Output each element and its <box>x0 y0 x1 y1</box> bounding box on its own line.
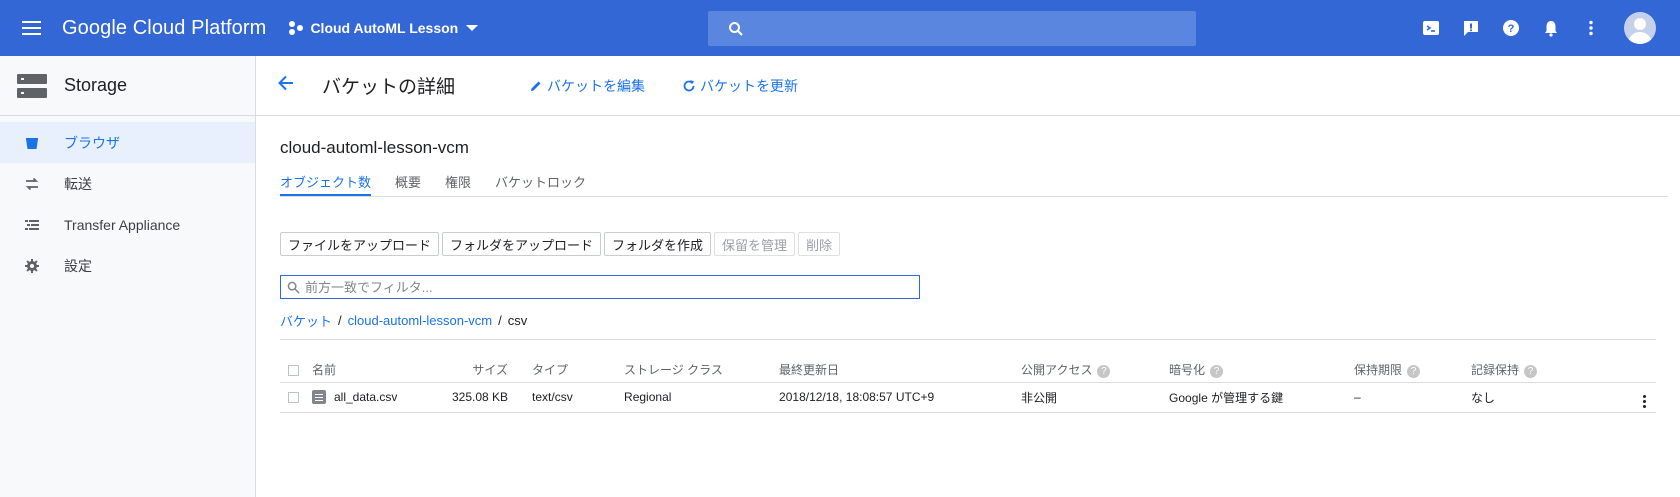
main-content: バケットの詳細 バケットを編集 バケットを更新 cloud-automl-les… <box>256 56 1680 497</box>
sidebar-header: Storage <box>0 56 255 116</box>
sidebar-item-browser[interactable]: ブラウザ <box>0 122 255 163</box>
filter-box <box>280 275 920 299</box>
table-row[interactable]: all_data.csv 325.08 KB text/csv Regional… <box>280 382 1656 413</box>
edit-bucket-label: バケットを編集 <box>547 77 646 94</box>
breadcrumb-separator: / <box>338 312 342 328</box>
tab-permissions[interactable]: 権限 <box>445 168 471 196</box>
column-public-access[interactable]: 公開アクセス <box>1021 363 1092 377</box>
sidebar-item-settings[interactable]: 設定 <box>0 245 255 286</box>
divider <box>280 339 1656 340</box>
breadcrumb-bucket[interactable]: cloud-automl-lesson-vcm <box>348 313 493 328</box>
bucket-tabs: オブジェクト数 概要 権限 バケットロック <box>280 168 1668 197</box>
column-hold[interactable]: 記録保持 <box>1471 363 1519 377</box>
sidebar-item-label: 設定 <box>64 257 92 274</box>
cell-retention: – <box>1354 382 1472 413</box>
cell-public-access: 非公開 <box>1021 382 1170 413</box>
file-name-link[interactable]: all_data.csv <box>334 390 397 404</box>
refresh-bucket-button[interactable]: バケットを更新 <box>682 76 798 96</box>
help-icon[interactable]: ? <box>1210 364 1224 378</box>
top-app-bar: Google Cloud Platform Cloud AutoML Lesso… <box>0 0 1680 56</box>
page-title: バケットの詳細 <box>322 77 456 98</box>
breadcrumb-current: csv <box>507 312 528 328</box>
column-size[interactable]: サイズ <box>452 358 533 383</box>
list-icon <box>0 217 64 233</box>
product-name[interactable]: Google Cloud Platform <box>62 17 266 40</box>
column-name[interactable]: 名前 <box>312 358 452 383</box>
avatar[interactable] <box>1624 12 1656 44</box>
project-selector[interactable]: Cloud AutoML Lesson <box>288 20 479 36</box>
column-storage-class[interactable]: ストレージ クラス <box>624 358 780 383</box>
notifications-icon[interactable] <box>1542 19 1560 37</box>
cloud-shell-icon[interactable] <box>1422 19 1440 37</box>
column-type[interactable]: タイプ <box>532 358 625 383</box>
pencil-icon <box>531 81 541 91</box>
back-arrow-icon[interactable] <box>276 73 296 98</box>
sidebar-title: Storage <box>64 75 128 95</box>
manage-holds-button[interactable]: 保留を管理 <box>714 232 796 256</box>
column-hold-header: 記録保持? <box>1471 358 1592 383</box>
create-folder-button[interactable]: フォルダを作成 <box>604 232 712 256</box>
tab-objects[interactable]: オブジェクト数 <box>280 168 372 196</box>
row-checkbox[interactable] <box>288 392 299 404</box>
search-icon <box>287 281 300 294</box>
help-icon[interactable]: ? <box>1524 364 1538 378</box>
refresh-icon <box>683 79 695 91</box>
search-icon <box>729 21 743 36</box>
column-encryption[interactable]: 暗号化 <box>1169 363 1205 377</box>
upload-files-button[interactable]: ファイルをアップロード <box>280 232 440 256</box>
bucket-name: cloud-automl-lesson-vcm <box>280 138 469 157</box>
column-retention-header: 保持期限? <box>1354 358 1472 383</box>
sidebar-item-label: Transfer Appliance <box>64 216 181 233</box>
more-vert-icon[interactable] <box>1582 19 1600 37</box>
sidebar-item-label: 転送 <box>64 175 92 192</box>
tab-bucket-lock[interactable]: バケットロック <box>495 168 586 196</box>
sidebar-item-transfer-appliance[interactable]: Transfer Appliance <box>0 204 255 245</box>
refresh-bucket-label: バケットを更新 <box>700 77 799 94</box>
help-icon[interactable]: ? <box>1407 364 1421 378</box>
filter-input[interactable] <box>305 279 895 295</box>
column-public-access-header: 公開アクセス? <box>1021 358 1170 383</box>
upload-folder-button[interactable]: フォルダをアップロード <box>442 232 602 256</box>
cell-encryption: Google が管理する鍵 <box>1169 382 1355 413</box>
page-header: バケットの詳細 バケットを編集 バケットを更新 <box>256 56 1680 116</box>
feedback-icon[interactable] <box>1462 19 1480 37</box>
storage-icon <box>17 73 47 98</box>
column-encryption-header: 暗号化? <box>1169 358 1355 383</box>
file-icon <box>312 390 326 405</box>
gear-icon <box>0 258 64 274</box>
svg-text:?: ? <box>1508 23 1515 35</box>
cell-hold: なし <box>1471 382 1592 413</box>
bucket-icon <box>0 135 64 151</box>
table-header-row: 名前 サイズ タイプ ストレージ クラス 最終更新日 公開アクセス? 暗号化? … <box>280 358 1656 383</box>
tab-overview[interactable]: 概要 <box>395 168 421 196</box>
help-icon[interactable]: ? <box>1502 19 1520 37</box>
edit-bucket-button[interactable]: バケットを編集 <box>529 76 645 96</box>
breadcrumb-buckets[interactable]: バケット <box>280 311 332 330</box>
project-name: Cloud AutoML Lesson <box>310 20 459 36</box>
select-all-checkbox[interactable] <box>288 365 299 377</box>
sidebar-item-transfer[interactable]: 転送 <box>0 163 255 204</box>
row-more-vert-icon[interactable] <box>1643 394 1646 408</box>
cell-storage-class: Regional <box>624 382 780 413</box>
menu-icon[interactable] <box>16 0 48 56</box>
cell-last-modified: 2018/12/18, 18:08:57 UTC+9 <box>779 382 1022 413</box>
object-actions: ファイルをアップロード フォルダをアップロード フォルダを作成 保留を管理 削除 <box>280 232 1680 256</box>
project-dots-icon <box>288 20 304 36</box>
objects-table: 名前 サイズ タイプ ストレージ クラス 最終更新日 公開アクセス? 暗号化? … <box>280 358 1656 413</box>
column-last-modified[interactable]: 最終更新日 <box>779 358 1022 383</box>
delete-button[interactable]: 削除 <box>798 232 841 256</box>
breadcrumb-separator: / <box>498 312 502 328</box>
sidebar-item-label: ブラウザ <box>64 134 120 151</box>
search-bar[interactable] <box>708 11 1196 46</box>
cell-type: text/csv <box>532 382 625 413</box>
transfer-icon <box>0 176 64 192</box>
chevron-down-icon <box>466 25 479 31</box>
sidebar: Storage ブラウザ 転送 Transfer Appliance 設定 <box>0 56 256 497</box>
cell-size: 325.08 KB <box>452 382 533 413</box>
column-retention[interactable]: 保持期限 <box>1354 363 1402 377</box>
help-icon[interactable]: ? <box>1097 364 1111 378</box>
breadcrumb: バケット / cloud-automl-lesson-vcm / csv <box>280 311 1680 329</box>
